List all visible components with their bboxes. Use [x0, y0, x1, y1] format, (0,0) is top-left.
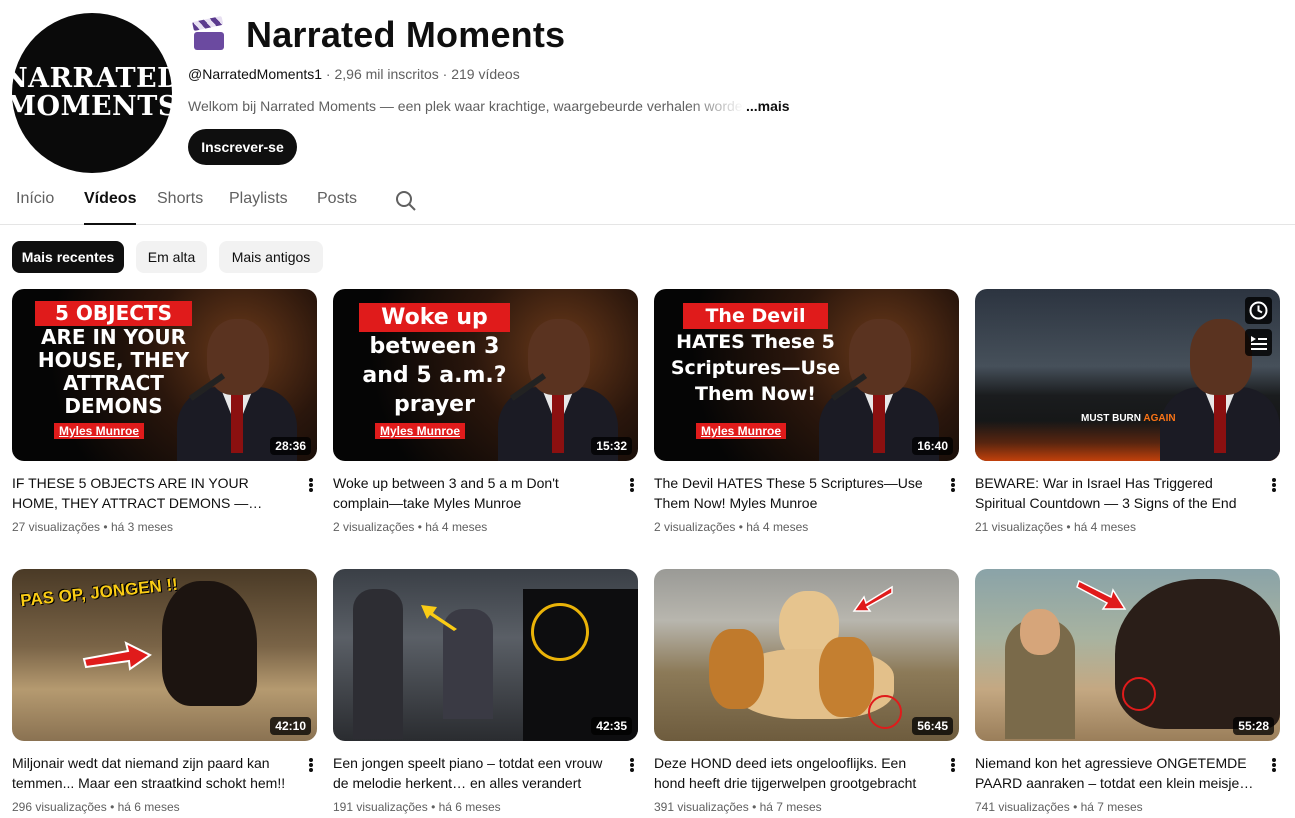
video-card[interactable]: 56:45 Deze HOND deed iets ongelooflijks.… [654, 569, 959, 814]
video-meta: 27 visualizações • há 3 meses [12, 520, 173, 534]
thumbnail-name-tag: Myles Munroe [696, 423, 787, 439]
video-card[interactable]: 42:35 Een jongen speelt piano – totdat e… [333, 569, 638, 814]
video-title[interactable]: Niemand kon het agressieve ONGETEMDE PAA… [975, 753, 1260, 793]
thumbnail-caption: Woke up between 3 and 5 a.m.? prayer [347, 303, 522, 419]
highlight-circle [1122, 677, 1156, 711]
subscribe-button[interactable]: Inscrever-se [188, 129, 297, 165]
video-card[interactable]: 5 OBJECTS ARE IN YOUR HOUSE, THEY ATTRAC… [12, 289, 317, 534]
channel-meta: @NarratedMoments1 · 2,96 mil inscritos ·… [188, 66, 520, 82]
red-arrow-icon [852, 585, 893, 612]
video-duration: 55:28 [1233, 717, 1274, 735]
channel-title: Narrated Moments [246, 14, 566, 55]
video-thumbnail[interactable]: 42:35 [333, 569, 638, 741]
boy-face [1020, 609, 1060, 655]
video-thumbnail[interactable]: PAS OP, JONGEN !! 42:10 [12, 569, 317, 741]
video-card[interactable]: PAS OP, JONGEN !! 42:10 Miljonair wedt d… [12, 569, 317, 814]
add-to-queue-icon[interactable] [1245, 329, 1272, 356]
thumbnail-caption: MUST BURN AGAIN [1081, 413, 1176, 424]
video-thumbnail[interactable]: 5 OBJECTS ARE IN YOUR HOUSE, THEY ATTRAC… [12, 289, 317, 461]
video-card[interactable]: Woke up between 3 and 5 a.m.? prayer Myl… [333, 289, 638, 534]
chip-oldest[interactable]: Mais antigos [219, 241, 323, 273]
video-title[interactable]: Een jongen speelt piano – totdat een vro… [333, 753, 618, 793]
video-meta: 2 visualizações • há 4 meses [333, 520, 488, 534]
video-meta: 391 visualizações • há 7 meses [654, 800, 822, 814]
channel-tabs: Início Vídeos Shorts Playlists Posts [0, 180, 1295, 225]
video-title[interactable]: The Devil HATES These 5 Scriptures—Use T… [654, 473, 939, 513]
video-duration: 16:40 [912, 437, 953, 455]
video-meta: 21 visualizações • há 4 meses [975, 520, 1136, 534]
more-options-icon[interactable] [949, 475, 957, 495]
video-title[interactable]: Deze HOND deed iets ongelooflijks. Een h… [654, 753, 939, 793]
tiger-cub-figure [819, 637, 874, 717]
red-arrow-icon [1076, 579, 1127, 610]
channel-avatar: NARRATED MOMENTS [3, 13, 181, 173]
thumbnail-caption: The Devil HATES These 5 Scriptures—Use T… [670, 303, 841, 405]
video-meta: 296 visualizações • há 6 meses [12, 800, 180, 814]
tiger-cub-figure [709, 629, 764, 709]
thumbnail-caption: PAS OP, JONGEN !! [19, 574, 179, 611]
video-meta: 2 visualizações • há 4 meses [654, 520, 809, 534]
video-title[interactable]: Miljonair wedt dat niemand zijn paard ka… [12, 753, 297, 793]
more-options-icon[interactable] [307, 475, 315, 495]
woman-figure [353, 589, 403, 739]
more-options-icon[interactable] [628, 475, 636, 495]
tab-videos[interactable]: Vídeos [84, 190, 137, 225]
tab-shorts[interactable]: Shorts [157, 190, 203, 208]
video-thumbnail[interactable]: MUST BURN AGAIN [975, 289, 1280, 461]
chip-trending[interactable]: Em alta [136, 241, 207, 273]
red-arrow-icon [82, 641, 152, 671]
watch-later-icon[interactable] [1245, 297, 1272, 324]
video-title[interactable]: BEWARE: War in Israel Has Triggered Spir… [975, 473, 1260, 513]
highlight-circle [868, 695, 902, 729]
video-thumbnail[interactable]: 55:28 [975, 569, 1280, 741]
tab-home[interactable]: Início [16, 190, 54, 208]
highlight-circle [531, 603, 589, 661]
video-meta: 741 visualizações • há 7 meses [975, 800, 1143, 814]
channel-description[interactable]: Welkom bij Narrated Moments — een plek w… [188, 98, 790, 114]
video-title[interactable]: IF THESE 5 OBJECTS ARE IN YOUR HOME, THE… [12, 473, 297, 513]
video-card[interactable]: 55:28 Niemand kon het agressieve ONGETEM… [975, 569, 1280, 814]
more-options-icon[interactable] [1270, 755, 1278, 775]
video-card[interactable]: The Devil HATES These 5 Scriptures—Use T… [654, 289, 959, 534]
video-title[interactable]: Woke up between 3 and 5 a m Don't compla… [333, 473, 618, 513]
more-options-icon[interactable] [949, 755, 957, 775]
horse-figure [162, 581, 257, 706]
tab-playlists[interactable]: Playlists [229, 190, 288, 208]
video-duration: 56:45 [912, 717, 953, 735]
clapperboard-icon [192, 15, 226, 52]
channel-handle: @NarratedMoments1 [188, 66, 323, 82]
video-duration: 15:32 [591, 437, 632, 455]
video-thumbnail[interactable]: Woke up between 3 and 5 a.m.? prayer Myl… [333, 289, 638, 461]
tab-posts[interactable]: Posts [317, 190, 357, 208]
video-meta: 191 visualizações • há 6 meses [333, 800, 501, 814]
video-count: 219 vídeos [451, 66, 520, 82]
more-options-icon[interactable] [307, 755, 315, 775]
description-more-link[interactable]: ...mais [746, 98, 790, 114]
video-thumbnail[interactable]: 56:45 [654, 569, 959, 741]
video-duration: 42:10 [270, 717, 311, 735]
video-duration: 28:36 [270, 437, 311, 455]
video-card[interactable]: MUST BURN AGAIN BEWARE: War in Israel Ha… [975, 289, 1280, 534]
avatar-text-line2: MOMENTS [6, 91, 178, 122]
search-icon[interactable] [394, 189, 418, 213]
more-options-icon[interactable] [628, 755, 636, 775]
thumbnail-name-tag: Myles Munroe [375, 423, 466, 439]
channel-description-text: Welkom bij Narrated Moments — een plek w… [188, 98, 744, 114]
yellow-arrow-icon [421, 605, 457, 631]
video-thumbnail[interactable]: The Devil HATES These 5 Scriptures—Use T… [654, 289, 959, 461]
chip-most-recent[interactable]: Mais recentes [12, 241, 124, 273]
thumbnail-name-tag: Myles Munroe [54, 423, 145, 439]
more-options-icon[interactable] [1270, 475, 1278, 495]
video-duration: 42:35 [591, 717, 632, 735]
avatar-text-line1: NARRATED [2, 63, 182, 94]
subscriber-count: 2,96 mil inscritos [334, 66, 439, 82]
channel-title-row: Narrated Moments [192, 14, 565, 56]
thumbnail-caption: 5 OBJECTS ARE IN YOUR HOUSE, THEY ATTRAC… [26, 301, 201, 418]
